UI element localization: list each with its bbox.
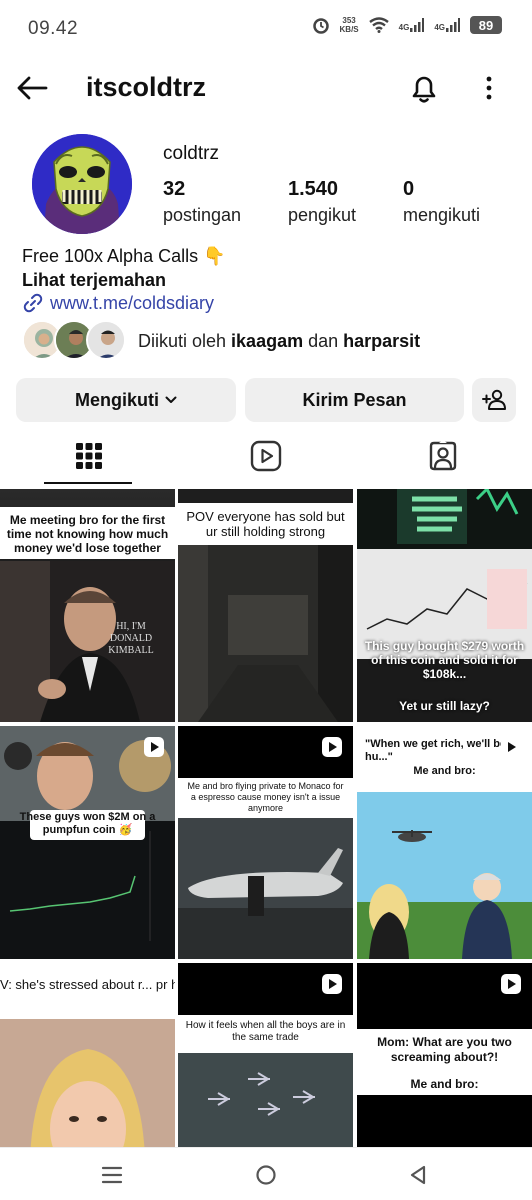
chevron-down-icon [165, 396, 177, 403]
post-tile[interactable]: "When we get rich, we'll be hu..." Me an… [357, 726, 532, 959]
stat-label: pengikut [288, 205, 357, 225]
more-vertical-icon [486, 76, 492, 100]
profile-tabs [0, 428, 532, 486]
tagged-person-icon [429, 440, 456, 471]
profile-link[interactable]: www.t.me/coldsdiary [22, 292, 214, 314]
back-triangle-icon [410, 1165, 426, 1185]
stat-posts[interactable]: 32 postingan [163, 178, 241, 226]
stat-value: 0 [403, 178, 415, 200]
post-caption-secondary: Me and bro: [410, 1077, 479, 1091]
video-icon [144, 737, 164, 757]
bell-icon [412, 76, 436, 103]
mutual-followers-row[interactable]: Diikuti oleh ikaagam dan harparsit [22, 320, 420, 362]
add-person-icon [482, 389, 506, 410]
menu-icon [101, 1166, 123, 1184]
see-translation-link[interactable]: Lihat terjemahan [22, 270, 166, 291]
network-speed: 353 KB/S [339, 16, 359, 34]
system-navigation-bar [0, 1147, 532, 1200]
stat-followers[interactable]: 1.540 pengikut [288, 178, 356, 226]
reels-icon [250, 440, 281, 472]
notifications-button[interactable] [404, 68, 444, 108]
post-tile[interactable]: These guys won $2M on a pumpfun coin 🥳 [0, 726, 175, 959]
signal-2: 4G [434, 18, 460, 32]
post-caption: How it feels when all the boys are in th… [185, 1020, 346, 1043]
post-tile[interactable]: Me and bro flying private to Monaco for … [178, 726, 353, 959]
post-caption: POV everyone has sold but ur still holdi… [186, 509, 345, 539]
status-time: 09.42 [28, 18, 79, 39]
tab-posts-grid[interactable] [0, 428, 177, 484]
status-icons: 353 KB/S 4G 4G 89 [312, 16, 502, 34]
profile-bio: Free 100x Alpha Calls 👇 [22, 246, 226, 266]
post-caption: Mom: What are you two screaming about?! [377, 1035, 512, 1064]
skeletor-avatar-image [32, 134, 132, 234]
mutual-followers-text: Diikuti oleh ikaagam dan harparsit [138, 330, 421, 351]
active-tab-indicator [44, 482, 132, 484]
tab-tagged[interactable] [354, 428, 531, 484]
send-message-button[interactable]: Kirim Pesan [245, 378, 464, 422]
home-circle-icon [256, 1165, 276, 1185]
send-message-label: Kirim Pesan [302, 389, 407, 410]
profile-username-title: itscoldtrz [86, 72, 207, 102]
tab-reels[interactable] [177, 428, 354, 484]
signal-1: 4G [399, 18, 425, 32]
post-tile[interactable]: Me meeting bro for the first time not kn… [0, 489, 175, 722]
home-button[interactable] [246, 1158, 286, 1192]
post-caption: These guys won $2M on a pumpfun coin 🥳 [19, 811, 156, 836]
video-icon [501, 974, 521, 994]
profile-link-text[interactable]: www.t.me/coldsdiary [50, 293, 214, 314]
video-icon [322, 974, 342, 994]
profile-display-name: coldtrz [163, 143, 219, 164]
video-icon [322, 737, 342, 757]
nav-back-button[interactable] [398, 1158, 438, 1192]
signal-icon [410, 18, 425, 32]
stat-value: 32 [163, 178, 186, 200]
link-icon [23, 293, 43, 313]
status-bar: 09.42 353 KB/S 4G 4G 89 [0, 0, 532, 56]
post-caption: V: she's stressed about r... pr hile you… [0, 977, 175, 992]
stat-value: 1.540 [288, 178, 339, 200]
grid-icon [75, 443, 102, 469]
post-caption: Me meeting bro for the first time not kn… [6, 513, 169, 555]
post-overlay-text: HI, I'M DONALD KIMBALL [108, 621, 154, 656]
post-tile[interactable]: How it feels when all the boys are in th… [178, 963, 353, 1147]
top-bar: itscoldtrz [0, 62, 532, 114]
back-arrow-icon [17, 76, 48, 100]
post-caption: Me and bro flying private to Monaco for … [187, 781, 344, 813]
battery-indicator: 89 [470, 16, 502, 34]
more-options-button[interactable] [474, 68, 504, 108]
stat-label: postingan [163, 205, 242, 225]
post-tile[interactable]: V: she's stressed about r... pr hile you… [0, 963, 175, 1147]
post-caption-secondary: Me and bro: [413, 765, 476, 777]
recent-apps-button[interactable] [92, 1158, 132, 1192]
stat-following[interactable]: 0 mengikuti [403, 178, 480, 226]
post-tile[interactable]: Mom: What are you two screaming about?! … [357, 963, 532, 1147]
video-icon [501, 737, 521, 757]
signal-icon [446, 18, 460, 32]
stat-label: mengikuti [403, 205, 481, 225]
profile-avatar[interactable] [32, 134, 132, 234]
suggested-accounts-button[interactable] [472, 378, 516, 422]
alarm-icon [312, 18, 329, 34]
wifi-icon [368, 17, 389, 33]
back-button[interactable] [14, 70, 50, 106]
post-tile[interactable]: POV everyone has sold but ur still holdi… [178, 489, 353, 722]
posts-grid: Me meeting bro for the first time not kn… [0, 489, 532, 1147]
avatar [86, 320, 126, 360]
mutual-avatars [22, 320, 126, 362]
following-button-label: Mengikuti [75, 389, 159, 410]
post-caption: This guy bought $279 worth of this coin … [364, 639, 525, 681]
post-caption-secondary: Yet ur still lazy? [399, 699, 490, 713]
following-button[interactable]: Mengikuti [16, 378, 236, 422]
post-tile[interactable]: This guy bought $279 worth of this coin … [357, 489, 532, 722]
